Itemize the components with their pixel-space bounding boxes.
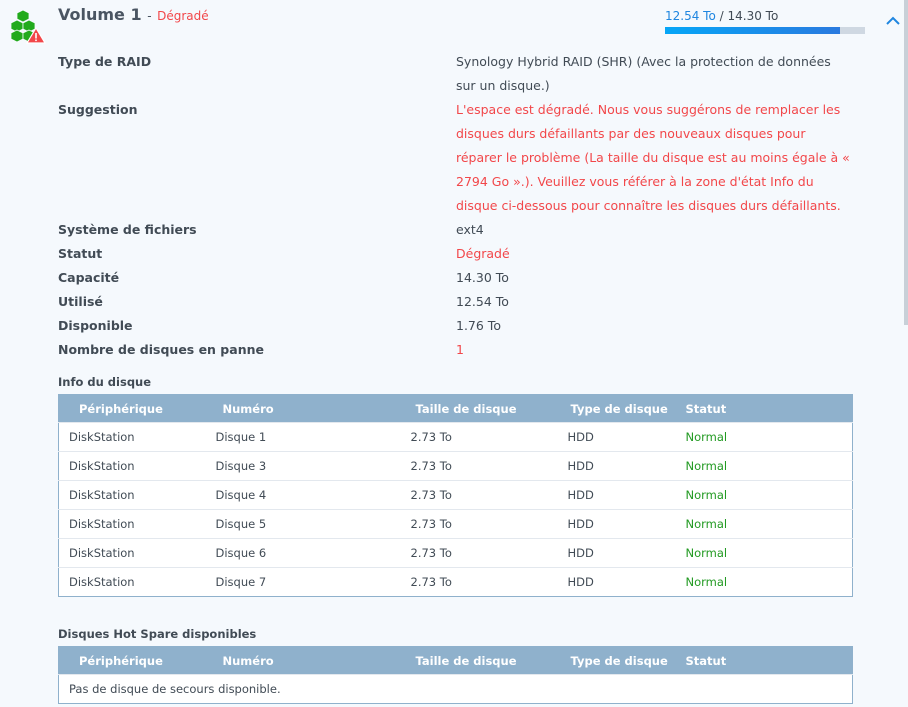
scrollbar[interactable] <box>904 0 908 325</box>
column-header[interactable]: Statut <box>685 646 853 675</box>
column-header[interactable]: Périphérique <box>58 394 216 423</box>
table-row[interactable]: DiskStation Disque 3 2.73 To HDD Normal <box>58 451 853 481</box>
property-label: Statut <box>58 246 103 261</box>
property-row: Capacité 14.30 To <box>58 266 858 290</box>
column-header[interactable]: Taille de disque <box>410 646 568 675</box>
volume-properties: Type de RAID Synology Hybrid RAID (SHR) (… <box>58 50 858 362</box>
hot-spare-table: Périphérique Numéro Taille de disque Type d… <box>58 646 853 704</box>
table-cell: Disque 6 <box>215 538 411 568</box>
table-row[interactable]: DiskStation Disque 4 2.73 To HDD Normal <box>58 480 853 510</box>
disk-info-title: Info du disque <box>58 375 152 389</box>
property-value: Synology Hybrid RAID (SHR) (Avec la prot… <box>456 54 831 93</box>
table-cell: 2.73 To <box>410 509 568 539</box>
table-cell: DiskStation <box>58 538 216 568</box>
property-value: ext4 <box>456 222 484 237</box>
table-cell: Normal <box>685 451 853 481</box>
table-cell: Disque 5 <box>215 509 411 539</box>
table-row[interactable]: DiskStation Disque 6 2.73 To HDD Normal <box>58 538 853 568</box>
table-cell: Normal <box>685 480 853 510</box>
table-cell: Disque 3 <box>215 451 411 481</box>
hot-spare-title: Disques Hot Spare disponibles <box>58 627 257 641</box>
property-value: Dégradé <box>456 246 510 261</box>
property-row: Suggestion L'espace est dégradé. Nous vou… <box>58 98 858 218</box>
table-cell: 2.73 To <box>410 422 568 452</box>
property-value: 12.54 To <box>456 294 509 309</box>
property-label: Système de fichiers <box>58 222 197 237</box>
column-header[interactable]: Numéro <box>215 646 411 675</box>
table-cell: Normal <box>685 538 853 568</box>
column-header[interactable]: Numéro <box>215 394 411 423</box>
table-cell: 2.73 To <box>410 480 568 510</box>
property-label: Suggestion <box>58 102 138 117</box>
table-cell: Disque 1 <box>215 422 411 452</box>
table-header: Périphérique Numéro Taille de disque Type d… <box>58 646 853 675</box>
table-cell: Disque 7 <box>215 567 411 597</box>
table-cell: HDD <box>567 422 686 452</box>
property-value: L'espace est dégradé. Nous vous suggéron… <box>456 102 850 213</box>
table-row[interactable]: DiskStation Disque 7 2.73 To HDD Normal <box>58 567 853 597</box>
column-header[interactable]: Périphérique <box>58 646 216 675</box>
table-cell: DiskStation <box>58 422 216 452</box>
empty-message: Pas de disque de secours disponible. <box>58 674 853 704</box>
table-row[interactable]: DiskStation Disque 1 2.73 To HDD Normal <box>58 422 853 452</box>
table-row: Pas de disque de secours disponible. <box>58 674 853 704</box>
volume-degraded-icon <box>10 9 46 44</box>
property-row: Utilisé 12.54 To <box>58 290 858 314</box>
volume-status: Dégradé <box>157 9 209 23</box>
property-row: Système de fichiers ext4 <box>58 218 858 242</box>
table-cell: Normal <box>685 422 853 452</box>
property-value: 1.76 To <box>456 318 501 333</box>
column-header[interactable]: Type de disque <box>567 394 686 423</box>
table-cell: HDD <box>567 538 686 568</box>
property-row: Statut Dégradé <box>58 242 858 266</box>
property-label: Nombre de disques en panne <box>58 342 264 357</box>
property-label: Utilisé <box>58 294 103 309</box>
chevron-up-icon[interactable] <box>886 16 900 26</box>
table-cell: 2.73 To <box>410 451 568 481</box>
table-cell: HDD <box>567 451 686 481</box>
table-cell: HDD <box>567 567 686 597</box>
property-value: 1 <box>456 342 464 357</box>
table-row[interactable]: DiskStation Disque 5 2.73 To HDD Normal <box>58 509 853 539</box>
property-value: 14.30 To <box>456 270 509 285</box>
property-row: Disponible 1.76 To <box>58 314 858 338</box>
property-label: Disponible <box>58 318 133 333</box>
property-label: Type de RAID <box>58 54 152 69</box>
column-header[interactable]: Taille de disque <box>410 394 568 423</box>
table-cell: DiskStation <box>58 509 216 539</box>
usage-text: 12.54 To / 14.30 To <box>665 9 779 23</box>
usage-bar <box>665 27 865 34</box>
table-cell: Disque 4 <box>215 480 411 510</box>
column-header[interactable]: Type de disque <box>567 646 686 675</box>
table-cell: Normal <box>685 567 853 597</box>
table-cell: DiskStation <box>58 451 216 481</box>
table-cell: HDD <box>567 480 686 510</box>
table-cell: 2.73 To <box>410 538 568 568</box>
property-row: Nombre de disques en panne 1 <box>58 338 858 362</box>
volume-title: Volume 1 - Dégradé <box>58 5 209 24</box>
table-cell: 2.73 To <box>410 567 568 597</box>
table-cell: DiskStation <box>58 480 216 510</box>
property-row: Type de RAID Synology Hybrid RAID (SHR) (… <box>58 50 858 98</box>
table-cell: Normal <box>685 509 853 539</box>
table-cell: DiskStation <box>58 567 216 597</box>
column-header[interactable]: Statut <box>685 394 853 423</box>
table-header: Périphérique Numéro Taille de disque Type d… <box>58 394 853 423</box>
table-cell: HDD <box>567 509 686 539</box>
disk-info-table: Périphérique Numéro Taille de disque Type d… <box>58 394 853 597</box>
property-label: Capacité <box>58 270 120 285</box>
